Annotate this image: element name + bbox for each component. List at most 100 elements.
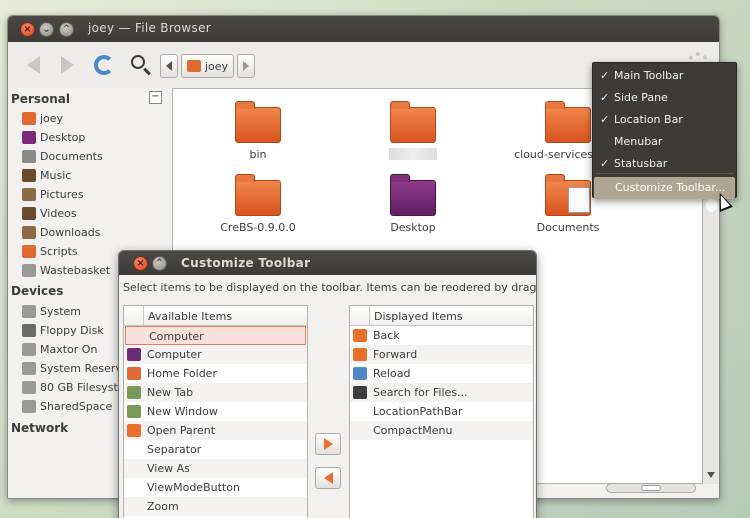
- menu-item-label: Location Bar: [614, 113, 683, 126]
- right-arrow-icon: [323, 438, 333, 450]
- sidebar-item-label: Pictures: [40, 188, 84, 201]
- available-items-header[interactable]: Available Items: [124, 306, 307, 326]
- location-path-bar: joey: [160, 54, 256, 78]
- window-close-button[interactable]: ×: [20, 22, 35, 37]
- sidebar-item-system[interactable]: System: [22, 302, 81, 321]
- side-pane-collapse-button[interactable]: −: [149, 91, 162, 104]
- sidebar-item-label: Music: [40, 169, 72, 182]
- dialog-title: Customize Toolbar: [181, 256, 311, 270]
- reload-icon: [353, 367, 367, 380]
- menu-separator: [595, 173, 734, 174]
- sidebar-item-floppy-disk[interactable]: Floppy Disk: [22, 321, 104, 340]
- sidebar-item-joey[interactable]: joey: [22, 109, 63, 128]
- sidebar-item-label: Documents: [40, 150, 103, 163]
- home-folder-icon: [22, 112, 36, 125]
- file-item[interactable]: CreBS-0.9.0.0: [193, 174, 323, 234]
- chevron-left-icon: [166, 61, 172, 71]
- menu-item-label: Customize Toolbar...: [615, 181, 726, 194]
- check-icon: ✓: [600, 113, 610, 126]
- back-arrow-icon: [26, 56, 40, 74]
- sidebar-item-sharedspace[interactable]: SharedSpace: [22, 397, 112, 416]
- list-item[interactable]: Computer: [125, 326, 306, 345]
- list-item[interactable]: Back: [350, 326, 533, 345]
- window-maximize-button[interactable]: ⌃: [59, 22, 74, 37]
- window-title: joey — File Browser: [88, 21, 212, 35]
- list-item[interactable]: View As: [124, 459, 307, 478]
- available-items-list[interactable]: Available Items Computer Computer Home Fol…: [123, 305, 308, 518]
- home-folder-icon: [187, 60, 201, 72]
- dialog-instructions: Select items to be displayed on the tool…: [123, 281, 537, 294]
- displayed-items-header[interactable]: Displayed Items: [350, 306, 533, 326]
- sidebar-item-wastebasket[interactable]: Wastebasket: [22, 261, 110, 280]
- file-name: Desktop: [390, 221, 436, 234]
- menu-item-side-pane[interactable]: ✓ Side Pane: [593, 87, 736, 109]
- menu-item-main-toolbar[interactable]: ✓ Main Toolbar: [593, 65, 736, 87]
- forward-arrow-icon: [353, 348, 367, 361]
- window-minimize-button[interactable]: ⌄: [39, 22, 54, 37]
- dialog-maximize-button[interactable]: ⌃: [152, 256, 167, 271]
- list-item[interactable]: LocationPathBar: [350, 402, 533, 421]
- list-item[interactable]: Computer: [124, 345, 307, 364]
- hard-drive-icon: [22, 400, 36, 413]
- sidebar-item-label: SharedSpace: [40, 400, 113, 413]
- menu-item-menubar[interactable]: Menubar: [593, 131, 736, 153]
- path-scroll-left-button[interactable]: [160, 54, 178, 78]
- list-item[interactable]: Separator: [124, 440, 307, 459]
- list-item-label: View As: [147, 462, 190, 475]
- sidebar-item-desktop[interactable]: Desktop: [22, 128, 85, 147]
- sidebar-item-label: joey: [40, 112, 64, 125]
- window-titlebar[interactable]: × ⌄ ⌃ joey — File Browser: [8, 16, 719, 42]
- dialog-titlebar[interactable]: × ⌃ Customize Toolbar: [119, 251, 536, 275]
- sidebar-item-music[interactable]: Music: [22, 166, 71, 185]
- menu-item-statusbar[interactable]: ✓ Statusbar: [593, 153, 736, 175]
- displayed-items-list[interactable]: Displayed Items Back Forward Reload Search …: [349, 305, 534, 518]
- list-item[interactable]: Open Parent: [124, 421, 307, 440]
- folder-icon: [22, 245, 36, 258]
- sidebar-item-videos[interactable]: Videos: [22, 204, 77, 223]
- forward-button[interactable]: [52, 50, 82, 80]
- sidebar-item-label: Maxtor On: [40, 343, 98, 356]
- reload-button[interactable]: [89, 50, 119, 80]
- sidebar-item-pictures[interactable]: Pictures: [22, 185, 84, 204]
- file-item[interactable]: Desktop: [348, 174, 478, 234]
- list-item[interactable]: CompactMenu: [350, 421, 533, 440]
- back-button[interactable]: [18, 50, 48, 80]
- sidebar-item-downloads[interactable]: Downloads: [22, 223, 100, 242]
- zoom-slider-handle[interactable]: [641, 485, 661, 491]
- sidebar-heading-network[interactable]: Network: [11, 421, 68, 435]
- list-item[interactable]: Forward: [350, 345, 533, 364]
- scroll-down-icon[interactable]: [707, 472, 715, 478]
- list-item[interactable]: ViewModeButton: [124, 478, 307, 497]
- sidebar-item-scripts[interactable]: Scripts: [22, 242, 78, 261]
- folder-icon: [235, 174, 281, 216]
- list-item[interactable]: Zoom: [124, 497, 307, 516]
- file-item[interactable]: [348, 101, 478, 163]
- list-item-label: Open Parent: [147, 424, 216, 437]
- list-item[interactable]: New Window: [124, 402, 307, 421]
- folder-icon: [235, 101, 281, 143]
- list-item[interactable]: Search for Files...: [350, 383, 533, 402]
- list-item[interactable]: New Tab: [124, 383, 307, 402]
- path-scroll-right-button[interactable]: [237, 54, 256, 78]
- list-item[interactable]: Reload: [350, 364, 533, 383]
- check-icon: ✓: [600, 157, 610, 170]
- menu-item-location-bar[interactable]: ✓ Location Bar: [593, 109, 736, 131]
- search-button[interactable]: [126, 50, 156, 80]
- list-item[interactable]: Home Folder: [124, 364, 307, 383]
- hard-drive-icon: [22, 343, 36, 356]
- sidebar-item-documents[interactable]: Documents: [22, 147, 103, 166]
- folder-icon: [390, 101, 436, 143]
- list-item-label: Computer: [149, 330, 204, 343]
- dialog-close-button[interactable]: ×: [133, 256, 148, 271]
- zoom-slider[interactable]: [606, 483, 696, 493]
- search-icon: [131, 55, 145, 69]
- path-button-label: joey: [205, 59, 229, 73]
- list-item-label: Reload: [373, 367, 411, 380]
- path-button-home[interactable]: joey: [181, 54, 235, 78]
- folder-icon: [545, 101, 591, 143]
- file-item[interactable]: bin: [193, 101, 323, 161]
- remove-from-toolbar-button[interactable]: [315, 467, 341, 489]
- displayed-items-header-label: Displayed Items: [374, 310, 463, 323]
- sidebar-item-maxtor-on[interactable]: Maxtor On: [22, 340, 97, 359]
- add-to-toolbar-button[interactable]: [315, 433, 341, 455]
